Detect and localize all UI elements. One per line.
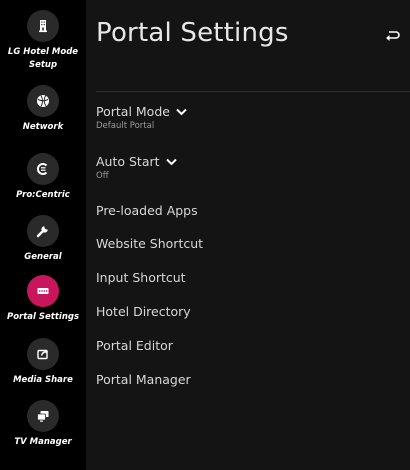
hotel-icon [39,20,47,33]
menu-item-value: Off [96,171,109,181]
sidebar-circle [27,338,59,370]
sidebar-circle [27,215,59,247]
sidebar-circle-active [27,275,59,307]
menu-item-auto-start[interactable]: Auto Start Off [96,154,396,181]
menu-item-value: Default Portal [96,121,155,131]
sidebar-item-procentric[interactable]: Pro:Centric [0,153,86,202]
sidebar-circle [27,153,59,185]
procentric-icon [37,163,48,175]
sidebar-item-label: Network [22,122,64,132]
sidebar-circle [27,85,59,117]
menu-item-label: Auto Start [96,154,160,169]
sidebar-item-general[interactable]: General [0,215,86,264]
portal-settings-screen: LG Hotel Mode Setup Network Pro:Centric … [0,0,410,470]
title-divider [96,91,410,92]
sidebar: LG Hotel Mode Setup Network Pro:Centric … [0,0,86,470]
menu-item-portal-manager[interactable]: Portal Manager [96,372,396,387]
menu-item-hotel-directory[interactable]: Hotel Directory [96,304,396,319]
sidebar-item-network[interactable]: Network [0,85,86,134]
sidebar-item-label: Portal Settings [6,312,80,322]
menu-item-label: Pre-loaded Apps [96,203,198,218]
tv-manager-icon [37,411,49,422]
sidebar-circle [27,400,59,432]
menu-item-label: Portal Manager [96,372,191,387]
wrench-icon [36,226,48,238]
menu-item-label: Portal Editor [96,338,173,353]
sidebar-circle [27,10,59,42]
sidebar-item-label: Media Share [13,375,73,385]
menu-item-pre-loaded-apps[interactable]: Pre-loaded Apps [96,203,396,218]
main-panel: Portal Settings Portal Mode Default Port… [86,0,410,470]
sidebar-item-label: Pro:Centric [16,190,70,200]
menu-item-label: Portal Mode [96,104,170,119]
chevron-down-icon [165,158,177,166]
menu-item-label: Input Shortcut [96,270,186,285]
media-share-icon [37,349,48,360]
chevron-down-icon [176,108,187,116]
menu-item-portal-editor[interactable]: Portal Editor [96,338,396,353]
back-arrow-icon[interactable] [384,28,400,44]
sidebar-item-portal-settings[interactable]: Portal Settings [0,275,86,324]
menu-item-website-shortcut[interactable]: Website Shortcut [96,236,396,251]
page-title: Portal Settings [96,18,289,48]
sidebar-item-tv-manager[interactable]: TV Manager [0,400,86,449]
menu-item-portal-mode[interactable]: Portal Mode Default Portal [96,104,396,131]
sidebar-item-label: LG Hotel Mode Setup [7,47,79,70]
sidebar-item-label: General [24,252,62,262]
menu-item-label-row: Auto Start [96,154,396,169]
sidebar-item-lg-hotel-mode-setup[interactable]: LG Hotel Mode Setup [0,10,86,72]
sidebar-item-label: TV Manager [14,437,72,447]
sidebar-item-media-share[interactable]: Media Share [0,338,86,387]
network-icon [37,95,49,107]
portal-icon [37,288,49,294]
menu-item-label: Hotel Directory [96,304,191,319]
menu-item-label: Website Shortcut [96,236,204,251]
menu-item-input-shortcut[interactable]: Input Shortcut [96,270,396,285]
menu-item-label-row: Portal Mode [96,104,396,119]
